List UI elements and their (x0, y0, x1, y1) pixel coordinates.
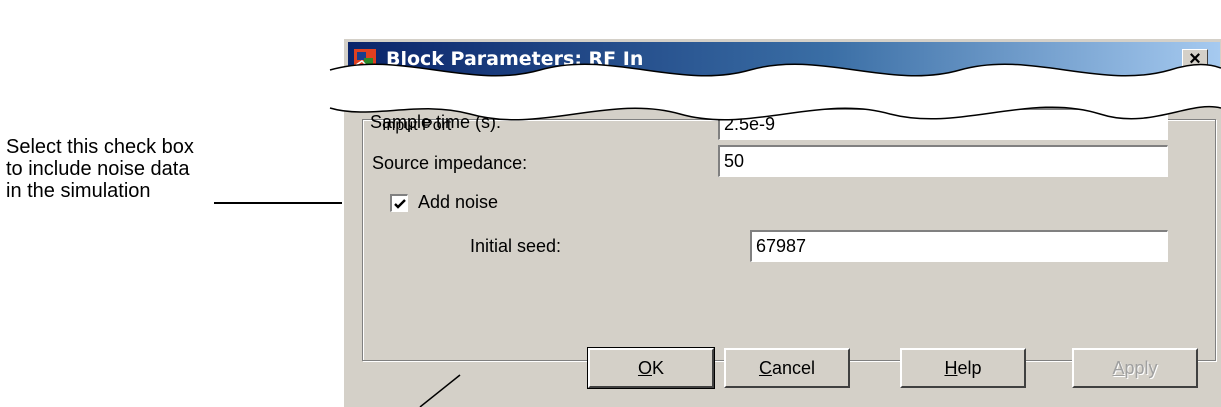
stray-diagonal-line (419, 374, 461, 407)
screenshot-break-band (329, 63, 1221, 407)
